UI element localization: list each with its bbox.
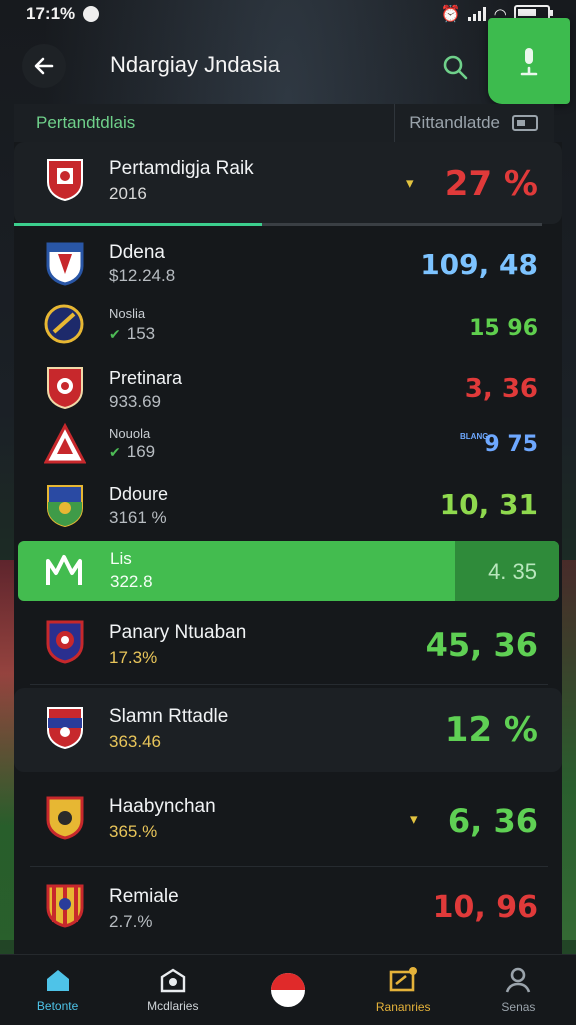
- team-crest-icon: [47, 707, 83, 750]
- team-crest-icon: [47, 159, 83, 202]
- team-crest-icon: [44, 304, 84, 344]
- team-value: 3161 %: [109, 508, 167, 527]
- microphone-button[interactable]: [488, 18, 570, 104]
- team-crest-icon: [47, 485, 83, 528]
- list-item-top[interactable]: Pertamdigja Raik 2016 ▾ 27 %: [14, 142, 562, 224]
- team-name: Ddena: [109, 242, 165, 263]
- signal-icon: [468, 7, 487, 21]
- tab-results[interactable]: Rittandlatde: [409, 113, 500, 133]
- list-item[interactable]: Ddoure 3161 % 10, 31: [14, 474, 562, 536]
- team-score: 10, 31: [439, 488, 538, 521]
- list-item[interactable]: Panary Ntuaban 17.3% 45, 36: [14, 604, 562, 684]
- list-item-selected[interactable]: Lis 322.8 4. 35: [18, 541, 559, 601]
- check-icon: ✔: [109, 326, 121, 342]
- row-divider: [30, 866, 548, 867]
- team-value: 2.7.%: [109, 912, 153, 931]
- microphone-icon: [520, 48, 538, 76]
- progress-fill: [14, 223, 263, 226]
- status-time: 17:1%: [26, 4, 76, 23]
- list-item[interactable]: Pretinara 933.69 3, 36: [14, 358, 562, 418]
- home-icon: [46, 970, 69, 991]
- nav-label: Senas: [501, 1000, 536, 1014]
- stadium-icon: [160, 968, 185, 993]
- row-divider: [30, 684, 548, 685]
- alarm-icon: ⏰: [440, 6, 461, 23]
- team-crest-icon: [46, 884, 84, 928]
- team-name: Lis: [110, 549, 132, 568]
- team-value: 153: [126, 324, 156, 343]
- team-value: 169: [126, 442, 156, 461]
- ticket-icon: [389, 967, 418, 992]
- profile-icon: [506, 967, 531, 993]
- notification-icon: [83, 6, 100, 22]
- team-name: Pretinara: [109, 368, 183, 388]
- search-icon: [443, 55, 468, 80]
- list-item[interactable]: Remiale 2.7.% 10, 96: [14, 870, 562, 950]
- nav-stadiums[interactable]: Mcdlaries: [115, 955, 230, 1025]
- team-name: Haabynchan: [109, 796, 216, 817]
- back-button[interactable]: [22, 44, 66, 88]
- team-score: 12 %: [444, 710, 538, 750]
- page-title: Ndargiay Jndasia: [110, 52, 280, 77]
- team-score: 15 96: [469, 316, 538, 341]
- team-score: 109, 48: [420, 248, 538, 281]
- tab-standings[interactable]: Pertandtdlais: [36, 113, 135, 133]
- team-crest-icon: [44, 422, 86, 464]
- list-item[interactable]: Ddena $12.24.8 109, 48: [14, 232, 562, 294]
- team-score: 10, 96: [432, 890, 538, 925]
- team-crest-icon: [46, 620, 84, 664]
- team-logo-icon: [46, 555, 82, 585]
- team-score: 9 75: [484, 432, 538, 457]
- search-button[interactable]: [436, 48, 474, 86]
- ball-icon: [271, 973, 305, 1007]
- team-value: 363.46: [109, 732, 161, 751]
- app-header: Ndargiay Jndasia: [0, 18, 576, 104]
- team-name: Noslia: [109, 306, 146, 321]
- team-name: Remiale: [109, 886, 179, 907]
- team-crest-icon: [46, 242, 84, 286]
- list-item[interactable]: Nouola ✔ 169 BLANG 9 75: [14, 420, 562, 476]
- team-name: Ddoure: [109, 484, 169, 504]
- team-score: 45, 36: [425, 626, 538, 664]
- progress-bar: [14, 223, 542, 226]
- list-item[interactable]: Haabynchan 365.% ▾ 6, 36: [14, 780, 562, 864]
- list-item[interactable]: Noslia ✔ 153 15 96: [14, 296, 562, 354]
- team-crest-icon: [47, 367, 83, 410]
- nav-profile[interactable]: Senas: [461, 955, 576, 1025]
- team-name: Slamn Rttadle: [109, 706, 229, 727]
- nav-home[interactable]: Betonte: [0, 955, 115, 1025]
- nav-live[interactable]: [230, 955, 345, 1025]
- nav-label: Betonte: [36, 999, 79, 1013]
- team-score: 6, 36: [447, 802, 538, 840]
- list-subheader: Pertandtdlais Rittandlatde: [14, 104, 554, 142]
- view-toggle-icon[interactable]: [512, 115, 538, 131]
- bottom-navigation: Betonte Mcdlaries Rananries Senas: [0, 954, 576, 1025]
- team-score: 4. 35: [488, 559, 537, 584]
- nav-rankings[interactable]: Rananries: [346, 955, 461, 1025]
- team-value: 17.3%: [109, 648, 158, 667]
- nav-label: Rananries: [375, 1000, 431, 1014]
- nav-label: Mcdlaries: [147, 999, 199, 1013]
- trend-icon: ▾: [406, 175, 414, 192]
- team-value: 322.8: [110, 572, 153, 591]
- team-name: Nouola: [109, 426, 151, 441]
- team-year: 2016: [109, 184, 147, 203]
- team-value: 365.%: [109, 822, 158, 841]
- list-item[interactable]: Slamn Rttadle 363.46 12 %: [14, 688, 562, 772]
- team-name: Panary Ntuaban: [109, 622, 247, 643]
- trend-icon: ▾: [410, 811, 418, 828]
- arrow-left-icon: [34, 57, 54, 75]
- team-value: $12.24.8: [109, 266, 176, 285]
- team-score: 3, 36: [464, 374, 538, 404]
- team-percentage: 27 %: [444, 164, 538, 204]
- team-crest-icon: [46, 796, 84, 840]
- check-icon: ✔: [109, 444, 121, 460]
- team-name: Pertamdigja Raik: [109, 158, 254, 179]
- team-value: 933.69: [109, 392, 161, 411]
